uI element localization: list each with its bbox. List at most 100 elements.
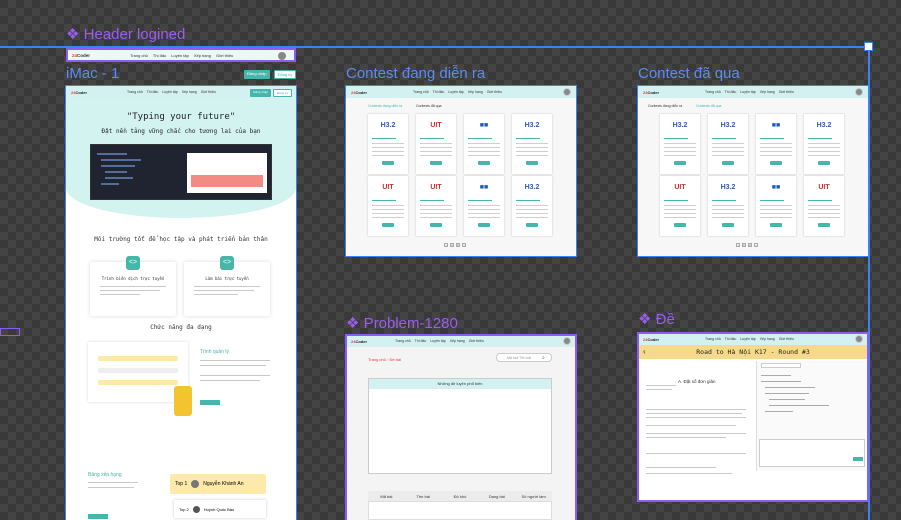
- contest-thumbnail: H3.2: [380, 121, 396, 129]
- imac-register-button[interactable]: Đăng ký: [272, 89, 292, 97]
- contest-join-button[interactable]: [722, 161, 734, 165]
- running-contest-card[interactable]: ■■: [464, 114, 504, 174]
- nav-practice[interactable]: Luyện tập: [171, 53, 189, 58]
- cr-nav-ranking[interactable]: Xếp hạng: [468, 90, 483, 94]
- tab-past-contests-running[interactable]: Contests đang diễn ra: [648, 104, 682, 108]
- cp-nav-home[interactable]: Trang chủ: [705, 90, 721, 94]
- cp-nav-practice[interactable]: Luyện tập: [740, 90, 755, 94]
- imac-nav-practice[interactable]: Luyện tập: [162, 90, 177, 94]
- cr-user-avatar[interactable]: [563, 88, 571, 96]
- floating-register-button[interactable]: Đăng ký: [273, 70, 297, 79]
- past-contest-card[interactable]: H3.2: [708, 114, 748, 174]
- cr-nav-practice[interactable]: Luyện tập: [448, 90, 463, 94]
- back-arrow-icon[interactable]: ‹: [643, 347, 646, 356]
- past-contest-card[interactable]: H3.2: [708, 176, 748, 236]
- contest-join-button[interactable]: [382, 161, 394, 165]
- nav-ranking[interactable]: Xếp hạng: [194, 53, 211, 58]
- nav-about[interactable]: Giới thiệu: [216, 53, 233, 58]
- de-nav-home[interactable]: Trang chủ: [705, 337, 721, 341]
- search-icon[interactable]: ⌕: [542, 355, 545, 361]
- de-code-editor[interactable]: [756, 361, 866, 471]
- running-contest-card[interactable]: H3.2: [512, 114, 552, 174]
- contest-join-button[interactable]: [770, 223, 782, 227]
- contest-join-button[interactable]: [674, 161, 686, 165]
- popular-problems-title: Những đề luyện phổ biến: [369, 379, 551, 389]
- tab-contests-running[interactable]: Contests đang diễn ra: [368, 104, 402, 108]
- contest-thumbnail: UIT: [674, 183, 686, 191]
- contest-join-button[interactable]: [430, 161, 442, 165]
- pr-nav-about[interactable]: Giới thiệu: [469, 339, 484, 343]
- contest-running-pagination[interactable]: ‹ 1 2 ›: [444, 243, 466, 247]
- header-component[interactable]: 24Coder Trang chủ Thi đấu Luyện tập Xếp …: [66, 48, 296, 62]
- contest-join-button[interactable]: [818, 161, 830, 165]
- person-illustration: [174, 386, 192, 416]
- nav-contests[interactable]: Thi đấu: [153, 53, 166, 58]
- imac-nav-home[interactable]: Trang chủ: [127, 90, 143, 94]
- ranking-more-button[interactable]: [88, 514, 108, 519]
- cp-nav-contests[interactable]: Thi đấu: [725, 90, 737, 94]
- running-contest-card[interactable]: UIT: [416, 114, 456, 174]
- running-contest-card[interactable]: UIT: [368, 176, 408, 236]
- imac-nav-about[interactable]: Giới thiệu: [201, 90, 216, 94]
- cr-nav-home[interactable]: Trang chủ: [413, 90, 429, 94]
- contest-join-button[interactable]: [478, 223, 490, 227]
- contest-join-button[interactable]: [770, 161, 782, 165]
- past-contest-card[interactable]: ■■: [756, 176, 796, 236]
- pr-nav-practice[interactable]: Luyện tập: [430, 339, 445, 343]
- running-contest-card[interactable]: H3.2: [368, 114, 408, 174]
- contest-past-pagination[interactable]: ‹ 1 2 ›: [736, 243, 758, 247]
- de-user-avatar[interactable]: [855, 335, 863, 343]
- contest-join-button[interactable]: [526, 223, 538, 227]
- cp-user-avatar[interactable]: [855, 88, 863, 96]
- col-code[interactable]: Mã bài: [368, 494, 405, 499]
- pr-nav-ranking[interactable]: Xếp hạng: [450, 339, 465, 343]
- nav-home[interactable]: Trang chủ: [130, 53, 148, 58]
- de-logo: 24Coder: [643, 336, 660, 342]
- cp-nav-ranking[interactable]: Xếp hạng: [760, 90, 775, 94]
- de-nav-practice[interactable]: Luyện tập: [740, 337, 755, 341]
- contest-join-button[interactable]: [818, 223, 830, 227]
- tab-contests-past[interactable]: Contests đã qua: [416, 104, 442, 108]
- pr-user-avatar[interactable]: [563, 337, 571, 345]
- de-nav-ranking[interactable]: Xếp hạng: [760, 337, 775, 341]
- rank-1-label: Top 1: [175, 481, 188, 487]
- de-nav-contests[interactable]: Thi đấu: [725, 337, 737, 341]
- col-difficulty[interactable]: Độ khó: [442, 494, 479, 499]
- rank-2-label: Top 2: [179, 506, 189, 512]
- user-avatar[interactable]: [278, 51, 286, 60]
- breadcrumb-home[interactable]: Trang chủ: [368, 357, 386, 362]
- features-more-button[interactable]: [200, 400, 220, 405]
- contest-join-button[interactable]: [722, 223, 734, 227]
- pr-nav-home[interactable]: Trang chủ: [395, 339, 411, 343]
- de-nav-about[interactable]: Giới thiệu: [779, 337, 794, 341]
- past-contest-card[interactable]: UIT: [804, 176, 844, 236]
- col-solvers[interactable]: Số người làm: [515, 494, 552, 499]
- submit-button[interactable]: [853, 457, 863, 461]
- contest-join-button[interactable]: [674, 223, 686, 227]
- running-contest-card[interactable]: H3.2: [512, 176, 552, 236]
- tab-past-contests-past[interactable]: Contests đã qua: [696, 104, 722, 108]
- past-contest-card[interactable]: UIT: [660, 176, 700, 236]
- imac-nav-contests[interactable]: Thi đấu: [147, 90, 159, 94]
- col-type[interactable]: Dạng bài: [478, 494, 515, 499]
- running-contest-card[interactable]: UIT: [416, 176, 456, 236]
- contest-join-button[interactable]: [382, 223, 394, 227]
- cr-nav-contests[interactable]: Thi đấu: [433, 90, 445, 94]
- past-contest-card[interactable]: ■■: [756, 114, 796, 174]
- contest-join-button[interactable]: [478, 161, 490, 165]
- selection-handle[interactable]: [864, 42, 873, 51]
- col-name[interactable]: Tên bài: [405, 494, 442, 499]
- imac-login-button[interactable]: Đăng nhập: [250, 89, 271, 97]
- cp-nav-about[interactable]: Giới thiệu: [779, 90, 794, 94]
- floating-login-button[interactable]: Đăng nhập: [244, 70, 270, 79]
- language-select[interactable]: [761, 363, 801, 368]
- running-contest-card[interactable]: ■■: [464, 176, 504, 236]
- past-contest-card[interactable]: H3.2: [804, 114, 844, 174]
- past-contest-card[interactable]: H3.2: [660, 114, 700, 174]
- contest-join-button[interactable]: [526, 161, 538, 165]
- cr-nav-about[interactable]: Giới thiệu: [487, 90, 502, 94]
- imac-nav-ranking[interactable]: Xếp hạng: [182, 90, 197, 94]
- pr-nav-contests[interactable]: Thi đấu: [415, 339, 427, 343]
- contest-join-button[interactable]: [430, 223, 442, 227]
- contest-thumbnail: ■■: [771, 121, 781, 129]
